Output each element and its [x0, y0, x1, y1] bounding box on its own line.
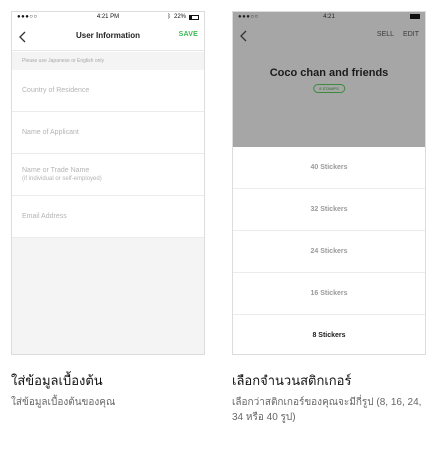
- applicant-name-field[interactable]: Name of Applicant: [12, 112, 204, 154]
- status-bar: ●●●○○ 4:21 PM ᛒ 22%: [12, 12, 204, 23]
- step-title-sticker-count: เลือกจำนวนสติกเกอร์: [232, 373, 352, 388]
- language-hint: Please use Japanese or English only: [22, 58, 104, 64]
- stamps-badge: 8 STAMPS: [313, 84, 345, 93]
- country-field[interactable]: Country of Residence: [12, 70, 204, 112]
- page-title: User Information: [75, 31, 140, 40]
- navigation-bar: User Information SAVE: [12, 23, 204, 51]
- save-button[interactable]: SAVE: [179, 31, 198, 38]
- chevron-left-icon[interactable]: [239, 29, 249, 43]
- trade-name-placeholder: Name or Trade Name (if individual or sel…: [22, 166, 102, 184]
- sticker-count-screen: ●●●○○ 4:21 SELL EDIT Coco chan and frien…: [232, 11, 426, 355]
- battery-icon: [410, 14, 420, 19]
- option-16-stickers[interactable]: 16 Stickers: [233, 273, 425, 315]
- trade-name-field[interactable]: Name or Trade Name (if individual or sel…: [12, 154, 204, 196]
- sell-button[interactable]: SELL: [377, 31, 394, 38]
- navigation-bar: SELL EDIT: [233, 23, 425, 49]
- battery-icon: [189, 14, 199, 20]
- option-32-stickers[interactable]: 32 Stickers: [233, 189, 425, 231]
- bluetooth-icon: ᛒ: [167, 14, 171, 20]
- email-placeholder: Email Address: [22, 213, 67, 220]
- step-desc-sticker-count: เลือกว่าสติกเกอร์ของคุณจะมีกี่รูป (8, 16…: [232, 397, 422, 423]
- sticker-set-header: ●●●○○ 4:21 SELL EDIT Coco chan and frien…: [233, 12, 425, 147]
- status-bar: ●●●○○ 4:21: [233, 12, 425, 23]
- option-40-stickers[interactable]: 40 Stickers: [233, 147, 425, 189]
- email-field[interactable]: Email Address: [12, 196, 204, 238]
- trade-name-sublabel: (if individual or self-employed): [22, 176, 102, 182]
- user-information-screen: ●●●○○ 4:21 PM ᛒ 22% User Information SAV…: [11, 11, 205, 355]
- status-time: 4:21: [323, 14, 335, 20]
- trade-name-label: Name or Trade Name: [22, 167, 90, 174]
- option-8-stickers[interactable]: 8 Stickers: [233, 315, 425, 354]
- step-title-basic-info: ใส่ข้อมูลเบื้องต้น: [11, 373, 103, 388]
- option-24-stickers[interactable]: 24 Stickers: [233, 231, 425, 273]
- sticker-count-options: 40 Stickers 32 Stickers 24 Stickers 16 S…: [233, 147, 425, 354]
- user-info-form: Please use Japanese or English only Coun…: [12, 52, 204, 354]
- step-desc-basic-info: ใส่ข้อมูลเบื้องต้นของคุณ: [11, 397, 116, 408]
- battery-percent: 22%: [173, 14, 186, 20]
- applicant-placeholder: Name of Applicant: [22, 129, 79, 136]
- sticker-set-title: Coco chan and friends: [269, 67, 389, 79]
- country-placeholder: Country of Residence: [22, 87, 90, 94]
- edit-button[interactable]: EDIT: [403, 31, 419, 38]
